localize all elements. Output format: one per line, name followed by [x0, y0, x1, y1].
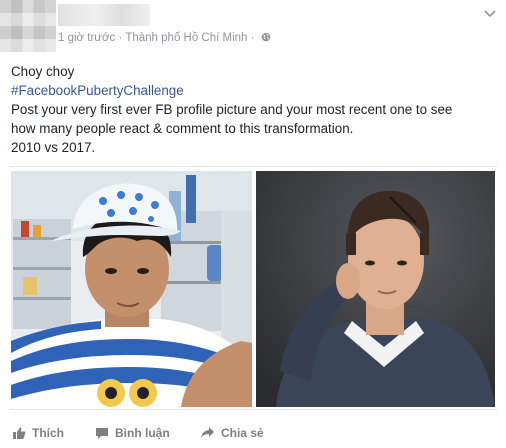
- meta-separator-2: ·: [250, 32, 255, 44]
- like-icon: [13, 427, 26, 439]
- photo-2017[interactable]: [256, 171, 495, 407]
- photo-2017-illustration: [256, 171, 495, 407]
- share-label: Chia sẻ: [221, 426, 264, 440]
- photo-2010-illustration: [11, 171, 252, 407]
- author-name-redacted[interactable]: [58, 4, 150, 26]
- avatar[interactable]: [0, 0, 56, 52]
- post-meta: 1 giờ trước · Thành phố Hồ Chí Minh ·: [58, 32, 271, 44]
- hashtag-link[interactable]: #FacebookPubertyChallenge: [11, 81, 501, 100]
- post-text-line: how many people react & comment to this …: [11, 121, 354, 136]
- post-text: Choy choy #FacebookPubertyChallenge Post…: [11, 62, 501, 157]
- comment-button[interactable]: Bình luận: [95, 426, 170, 440]
- meta-separator: ·: [118, 32, 123, 44]
- comment-icon: [96, 428, 108, 439]
- globe-icon[interactable]: [261, 32, 271, 42]
- photo-collage: [10, 166, 497, 410]
- like-button[interactable]: Thích: [12, 426, 64, 440]
- post-timestamp[interactable]: 1 giờ trước: [58, 32, 115, 44]
- share-icon: [201, 427, 214, 439]
- share-button[interactable]: Chia sẻ: [200, 426, 264, 440]
- chevron-down-icon[interactable]: [484, 10, 496, 18]
- post-text-line: 2010 vs 2017.: [11, 140, 96, 155]
- photo-2010[interactable]: [11, 171, 252, 407]
- post-text-line: Post your very first ever FB profile pic…: [11, 102, 453, 117]
- like-label: Thích: [32, 426, 64, 440]
- post-text-line: Choy choy: [11, 64, 75, 79]
- comment-label: Bình luận: [115, 426, 170, 440]
- action-bar: Thích Bình luận Chia sẻ: [0, 418, 506, 448]
- facebook-post: 1 giờ trước · Thành phố Hồ Chí Minh · Ch…: [0, 0, 506, 448]
- post-location[interactable]: Thành phố Hồ Chí Minh: [125, 32, 247, 44]
